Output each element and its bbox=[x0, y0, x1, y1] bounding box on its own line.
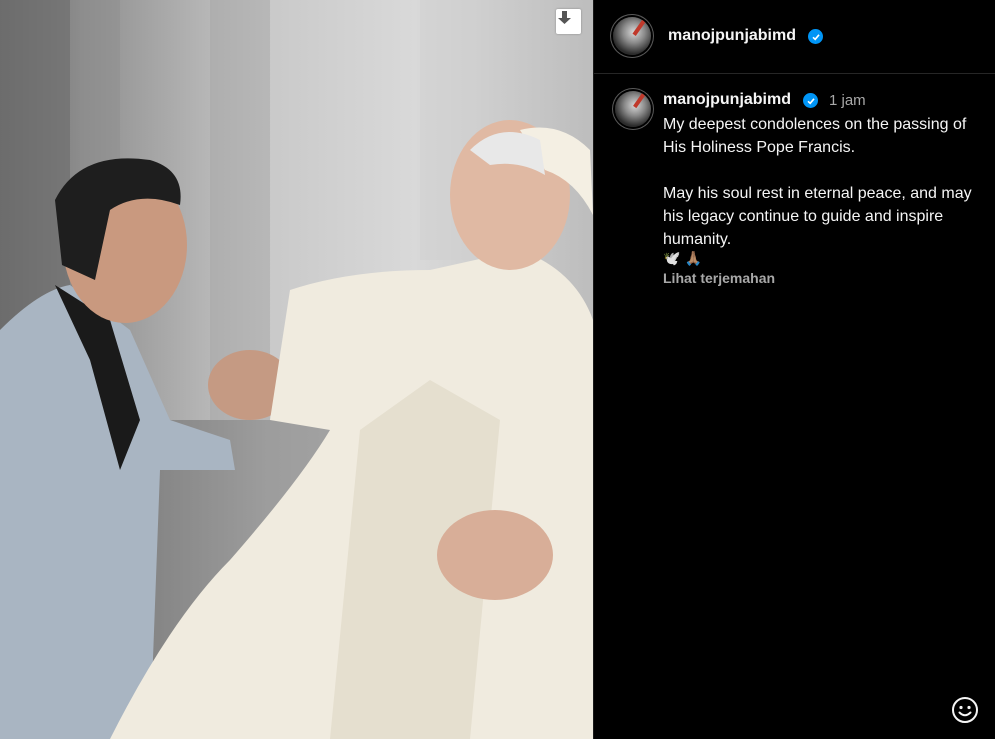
post-header: manojpunjabimd bbox=[594, 0, 995, 74]
panel-divider bbox=[593, 0, 594, 739]
dove-emoji: 🕊️ bbox=[663, 250, 681, 266]
post-timestamp[interactable]: 1 jam bbox=[829, 92, 866, 109]
emoji-picker-button[interactable] bbox=[951, 696, 979, 724]
download-icon bbox=[558, 11, 571, 24]
caption-line-1: My deepest condolences on the passing of… bbox=[663, 116, 967, 156]
comment-verified-badge-icon bbox=[803, 93, 818, 108]
caption-text: My deepest condolences on the passing of… bbox=[663, 113, 983, 251]
see-translation-link[interactable]: Lihat terjemahan bbox=[663, 270, 775, 286]
praying-hands-emoji: 🙏🏽 bbox=[684, 250, 702, 266]
post-image[interactable] bbox=[0, 0, 593, 739]
smiley-icon bbox=[952, 697, 978, 723]
caption-emojis: 🕊️ 🙏🏽 bbox=[663, 250, 702, 267]
caption-line-2: May his soul rest in eternal peace, and … bbox=[663, 185, 972, 248]
verified-badge-icon bbox=[808, 29, 823, 44]
header-username[interactable]: manojpunjabimd bbox=[668, 27, 796, 45]
comment-avatar[interactable] bbox=[615, 91, 651, 127]
comment-username[interactable]: manojpunjabimd bbox=[663, 91, 791, 109]
download-button[interactable] bbox=[556, 9, 581, 34]
post-photo-illustration bbox=[0, 0, 593, 739]
avatar[interactable] bbox=[613, 17, 651, 55]
